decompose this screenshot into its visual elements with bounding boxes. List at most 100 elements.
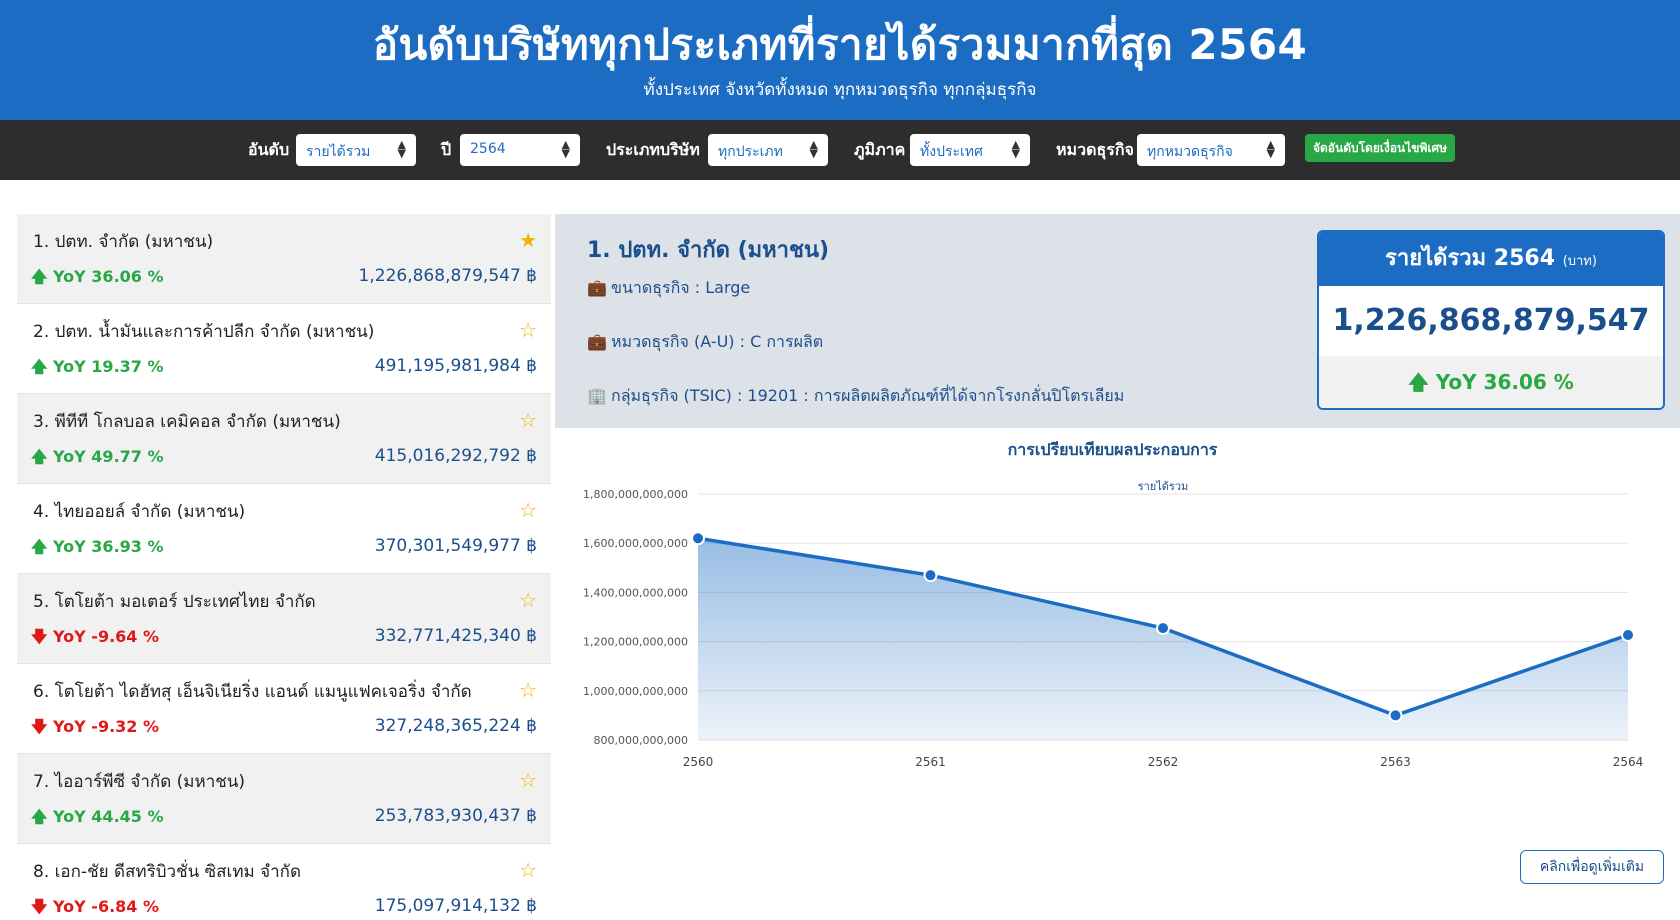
ranking-item-name: 8. เอก-ชัย ดีสทริบิวชั่น ซิสเทม จำกัด bbox=[33, 862, 302, 882]
star-icon[interactable]: ☆ bbox=[519, 858, 537, 882]
detail-group: กลุ่มธุรกิจ (TSIC) : 19201 : การผลิตผลิต… bbox=[611, 386, 1125, 405]
special-ranking-button[interactable]: จัดอันดับโดยเงื่อนไขพิเศษ bbox=[1305, 134, 1455, 162]
year-filter-label: ปี bbox=[441, 140, 452, 159]
star-icon[interactable]: ☆ bbox=[519, 318, 537, 342]
chart-x-tick-label: 2561 bbox=[915, 755, 946, 769]
chart-y-tick-label: 1,800,000,000,000 bbox=[583, 488, 688, 501]
star-icon[interactable]: ★ bbox=[519, 228, 537, 252]
star-icon[interactable]: ☆ bbox=[519, 498, 537, 522]
star-icon[interactable]: ☆ bbox=[519, 768, 537, 792]
ranking-item-yoy: 🡅 YoY 44.45 % bbox=[31, 806, 164, 833]
chart-y-tick-label: 1,200,000,000,000 bbox=[583, 636, 688, 649]
chart-x-tick-label: 2563 bbox=[1380, 755, 1411, 769]
arrow-up-icon: 🡅 bbox=[31, 267, 48, 286]
category-select[interactable]: ทุกหมวดธุรกิจ ▲ ▼ bbox=[1137, 134, 1285, 166]
ranking-item-yoy-text: YoY 36.06 % bbox=[53, 267, 164, 286]
region-select-value: ทั้งประเทศ bbox=[920, 144, 983, 160]
ranking-item[interactable]: 6. โตโยต้า ไดฮัทสุ เอ็นจิเนียริ่ง แอนด์ … bbox=[17, 664, 551, 754]
ranking-item[interactable]: 7. ไออาร์พีซี จำกัด (มหาชน) ☆ 🡅 YoY 44.45 … bbox=[17, 754, 551, 844]
ranking-item[interactable]: 3. พีทีที โกลบอล เคมิคอล จำกัด (มหาชน) ☆ 🡅… bbox=[17, 394, 551, 484]
page-title: อันดับบริษัททุกประเภทที่รายได้รวมมากที่ส… bbox=[372, 20, 1308, 69]
briefcase-icon: 💼 bbox=[587, 332, 607, 351]
ranking-item-name: 2. ปตท. น้ำมันและการค้าปลีก จำกัด (มหาชน… bbox=[33, 322, 375, 342]
chart-data-point bbox=[1156, 621, 1170, 636]
ranking-item[interactable]: 8. เอก-ชัย ดีสทริบิวชั่น ซิสเทม จำกัด ☆ 🡇 … bbox=[17, 844, 551, 920]
ranking-item-yoy: 🡇 YoY -9.32 % bbox=[31, 716, 159, 743]
ranking-item-value: 1,226,868,879,547 ฿ bbox=[358, 266, 537, 286]
ranking-item-name: 5. โตโยต้า มอเตอร์ ประเทศไทย จำกัด bbox=[33, 592, 316, 612]
chart-y-tick-label: 1,400,000,000,000 bbox=[583, 586, 688, 599]
ranking-item-name: 7. ไออาร์พีซี จำกัด (มหาชน) bbox=[33, 772, 246, 792]
chart-data-point bbox=[1388, 708, 1403, 723]
revenue-card-value: 1,226,868,879,547 bbox=[1332, 303, 1650, 338]
ranking-item-yoy-text: YoY 44.45 % bbox=[53, 807, 164, 826]
chart-data-point bbox=[923, 568, 938, 583]
arrow-up-icon: 🡅 bbox=[31, 807, 48, 826]
ranking-item-value: 327,248,365,224 ฿ bbox=[374, 716, 537, 736]
detail-size: ขนาดธุรกิจ : Large bbox=[611, 278, 751, 297]
chart-series-title: รายได้รวม bbox=[1138, 480, 1189, 493]
revenue-card-yoy-text: YoY 36.06 % bbox=[1435, 370, 1574, 394]
revenue-card: รายได้รวม 2564 (บาท) 1,226,868,879,547 🡅… bbox=[1317, 230, 1665, 410]
arrow-up-icon: 🡅 bbox=[31, 537, 48, 556]
rank-select-value: รายได้รวม bbox=[306, 144, 371, 160]
ranking-item[interactable]: 5. โตโยต้า มอเตอร์ ประเทศไทย จำกัด ☆ 🡇 YoY… bbox=[17, 574, 551, 664]
chart-data-point bbox=[691, 531, 705, 546]
arrow-down-icon: 🡇 bbox=[31, 897, 48, 916]
company-detail-panel: 1. ปตท. จำกัด (มหาชน) 💼 ขนาดธุรกิจ : Larg… bbox=[555, 214, 1680, 428]
rank-select[interactable]: รายได้รวม ▲ ▼ bbox=[296, 134, 416, 166]
ranking-item-yoy: 🡅 YoY 49.77 % bbox=[31, 446, 164, 473]
arrow-up-icon: 🡅 bbox=[1408, 370, 1429, 394]
select-arrows-icon: ▲ ▼ bbox=[1266, 138, 1275, 160]
select-arrows-icon: ▲ ▼ bbox=[397, 138, 406, 160]
star-icon[interactable]: ☆ bbox=[519, 678, 537, 702]
chart-area-fill bbox=[698, 538, 1628, 740]
ranking-item[interactable]: 1. ปตท. จำกัด (มหาชน) ★ 🡅 YoY 36.06 % 1,226… bbox=[17, 214, 551, 304]
year-select[interactable]: 2564 ▲ ▼ bbox=[460, 134, 580, 166]
star-icon[interactable]: ☆ bbox=[519, 408, 537, 432]
revenue-chart-svg: รายได้รวม 800,000,000,000 1,000,000,000,00… bbox=[583, 480, 1644, 769]
select-arrows-icon: ▲ ▼ bbox=[809, 138, 818, 160]
detail-group-row: 🏢 กลุ่มธุรกิจ (TSIC) : 19201 : การผลิตผลิ… bbox=[587, 384, 1124, 409]
ranking-item-yoy-text: YoY -6.84 % bbox=[53, 897, 160, 916]
ranking-item-name: 4. ไทยออยล์ จำกัด (มหาชน) bbox=[33, 502, 246, 522]
view-more-button[interactable]: คลิกเพื่อดูเพิ่มเติม bbox=[1520, 850, 1664, 884]
ranking-item-name: 6. โตโยต้า ไดฮัทสุ เอ็นจิเนียริ่ง แอนด์ … bbox=[33, 682, 472, 702]
chart-y-tick-label: 1,600,000,000,000 bbox=[583, 537, 688, 550]
ranking-item[interactable]: 4. ไทยออยล์ จำกัด (มหาชน) ☆ 🡅 YoY 36.93 % 3… bbox=[17, 484, 551, 574]
region-select[interactable]: ทั้งประเทศ ▲ ▼ bbox=[910, 134, 1030, 166]
category-select-value: ทุกหมวดธุรกิจ bbox=[1147, 144, 1233, 160]
ranking-item[interactable]: 2. ปตท. น้ำมันและการค้าปลีก จำกัด (มหาชน… bbox=[17, 304, 551, 394]
revenue-card-header: รายได้รวม 2564 (บาท) bbox=[1319, 232, 1663, 286]
ranking-item-value: 175,097,914,132 ฿ bbox=[374, 896, 537, 916]
chart-section-title: การเปรียบเทียบผลประกอบการ bbox=[1007, 440, 1218, 459]
detail-category-row: 💼 หมวดธุรกิจ (A-U) : C การผลิต bbox=[587, 330, 823, 355]
detail-company-name: 1. ปตท. จำกัด (มหาชน) bbox=[587, 238, 830, 263]
ranking-item-value: 415,016,292,792 ฿ bbox=[374, 446, 537, 466]
filter-bar: อันดับ รายได้รวม ▲ ▼ ปี 2564 ▲ ▼ ประเภทบริ… bbox=[0, 120, 1680, 180]
page-header: อันดับบริษัททุกประเภทที่รายได้รวมมากที่ส… bbox=[0, 0, 1680, 120]
ranking-item-yoy: 🡇 YoY -6.84 % bbox=[31, 896, 159, 920]
building-icon: 🏢 bbox=[587, 386, 607, 405]
ranking-item-yoy: 🡇 YoY -9.64 % bbox=[31, 626, 159, 653]
year-select-value: 2564 bbox=[470, 141, 506, 157]
ranking-item-value: 491,195,981,984 ฿ bbox=[374, 356, 537, 376]
ranking-item-value: 332,771,425,340 ฿ bbox=[374, 626, 537, 646]
chart-y-tick-label: 800,000,000,000 bbox=[594, 734, 688, 747]
ranking-item-yoy: 🡅 YoY 19.37 % bbox=[31, 356, 164, 383]
ranking-list: 1. ปตท. จำกัด (มหาชน) ★ 🡅 YoY 36.06 % 1,226… bbox=[17, 214, 551, 920]
type-select[interactable]: ทุกประเภท ▲ ▼ bbox=[708, 134, 828, 166]
region-filter-label: ภูมิภาค bbox=[854, 140, 906, 159]
revenue-card-heading: รายได้รวม 2564 bbox=[1385, 246, 1556, 271]
type-filter-label: ประเภทบริษัท bbox=[606, 140, 700, 159]
page-subtitle: ทั้งประเทศ จังหวัดทั้งหมด ทุกหมวดธุรกิจ … bbox=[643, 80, 1037, 100]
ranking-item-yoy: 🡅 YoY 36.93 % bbox=[31, 536, 164, 563]
ranking-item-name: 3. พีทีที โกลบอล เคมิคอล จำกัด (มหาชน) bbox=[33, 412, 341, 432]
chart-x-tick-label: 2564 bbox=[1613, 755, 1644, 769]
ranking-item-yoy-text: YoY -9.32 % bbox=[53, 717, 160, 736]
star-icon[interactable]: ☆ bbox=[519, 588, 537, 612]
ranking-item-yoy-text: YoY 19.37 % bbox=[53, 357, 164, 376]
chart-y-tick-label: 1,000,000,000,000 bbox=[583, 685, 688, 698]
ranking-item-name: 1. ปตท. จำกัด (มหาชน) bbox=[33, 232, 214, 252]
ranking-item-yoy-text: YoY 49.77 % bbox=[53, 447, 164, 466]
